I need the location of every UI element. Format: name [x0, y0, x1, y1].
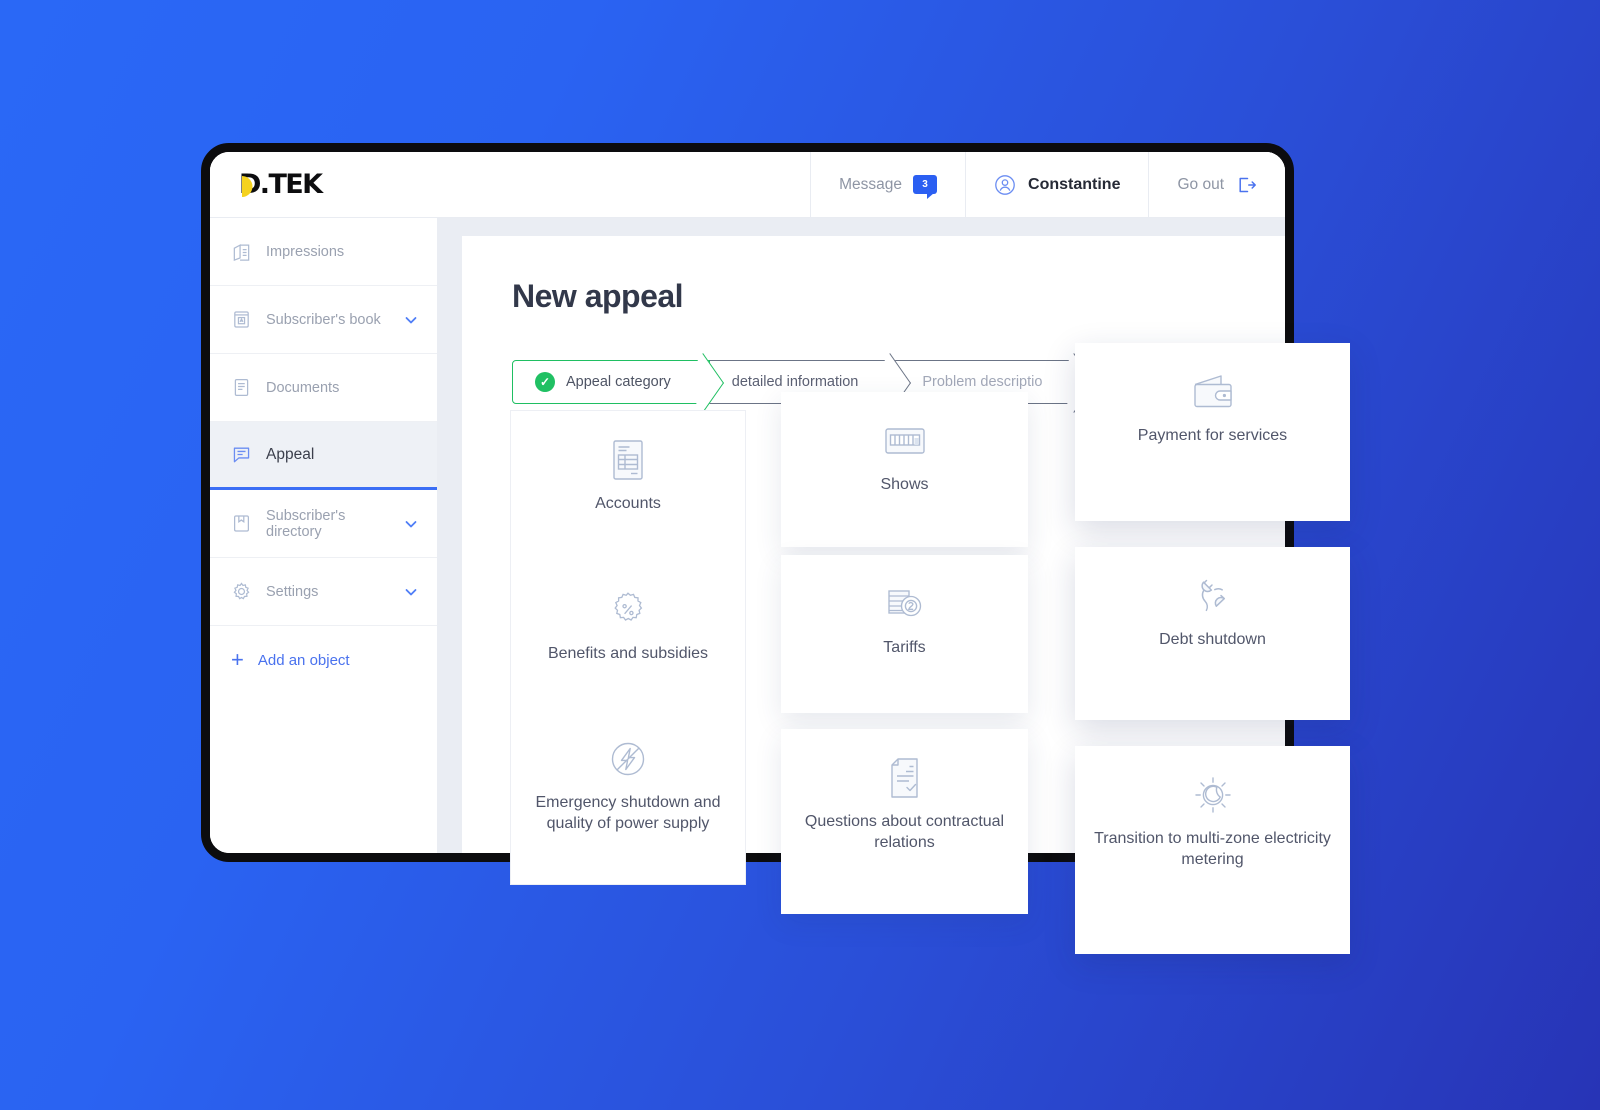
sidebar-item-subscribers-book[interactable]: Subscriber's book	[210, 286, 437, 354]
sidebar-item-impressions[interactable]: Impressions	[210, 218, 437, 286]
card-label: Transition to multi-zone electricity met…	[1094, 830, 1331, 869]
plus-icon: +	[231, 647, 244, 672]
impressions-icon	[231, 241, 252, 262]
card-label: Debt shutdown	[1159, 631, 1266, 648]
header-item-logout[interactable]: Go out	[1148, 152, 1285, 217]
documents-icon	[231, 377, 252, 398]
meter-icon	[883, 418, 927, 464]
step-label: Problem descriptio	[922, 374, 1043, 390]
category-card-emergency-shutdown[interactable]: Emergency shutdown and quality of power …	[510, 710, 746, 885]
header-item-user[interactable]: Constantine	[965, 152, 1148, 217]
directory-icon	[231, 513, 252, 534]
logo[interactable]: D.TEK	[210, 152, 770, 217]
coins-icon	[884, 581, 926, 627]
category-card-questions-contractual-relations[interactable]: Questions about contractual relations	[781, 729, 1028, 914]
appeal-icon	[231, 444, 252, 465]
category-card-benefits-and-subsidies[interactable]: Benefits and subsidies	[510, 561, 746, 711]
category-card-payment-for-services[interactable]: Payment for services	[1075, 343, 1350, 521]
wallet-icon	[1190, 369, 1236, 415]
category-card-accounts[interactable]: Accounts	[510, 410, 746, 562]
step-label: Appeal category	[566, 374, 671, 390]
card-label: Payment for services	[1137, 427, 1288, 444]
logout-icon	[1235, 174, 1257, 196]
message-label: Message	[839, 175, 903, 193]
app-header: D.TEK Message 3 Constantine Go out	[210, 152, 1285, 218]
user-name: Constantine	[1028, 175, 1121, 193]
card-label: Benefits and subsidies	[547, 645, 709, 662]
message-badge: 3	[913, 175, 938, 199]
add-object-label: Add an object	[257, 651, 350, 669]
header-nav: Message 3 Constantine Go out	[810, 152, 1285, 217]
sidebar-item-appeal[interactable]: Appeal	[210, 422, 437, 490]
contract-check-icon	[886, 755, 924, 801]
card-label: Shows	[880, 476, 929, 493]
sidebar-item-label: Subscriber's directory	[266, 507, 346, 540]
sidebar-item-label: Documents	[266, 379, 340, 396]
category-card-transition-multizone-metering[interactable]: Transition to multi-zone electricity met…	[1075, 746, 1350, 954]
sidebar-item-label: Appeal	[266, 445, 315, 463]
card-label: Tariffs	[883, 639, 926, 656]
day-night-icon	[1190, 772, 1236, 818]
category-card-debt-shutdown[interactable]: Debt shutdown	[1075, 547, 1350, 720]
user-icon	[994, 174, 1016, 196]
sidebar-item-label: Subscriber's book	[266, 311, 381, 328]
card-label: Questions about contractual relations	[804, 813, 1005, 852]
logout-label: Go out	[1177, 175, 1224, 193]
percent-badge-icon	[608, 587, 648, 633]
lightning-circle-icon	[607, 736, 649, 782]
card-label: Accounts	[595, 495, 661, 512]
logo-yellow-mark-icon	[236, 170, 266, 200]
page-title: New appeal	[512, 278, 684, 314]
sidebar-item-subscribers-directory[interactable]: Subscriber's directory	[210, 490, 437, 558]
chevron-down-icon[interactable]	[403, 312, 419, 328]
chevron-down-icon[interactable]	[403, 584, 419, 600]
sidebar-item-label: Settings	[266, 583, 319, 600]
unplugged-plug-icon	[1191, 573, 1235, 619]
sidebar-item-label: Impressions	[266, 243, 345, 260]
gear-icon	[231, 581, 252, 602]
chevron-down-icon[interactable]	[403, 516, 419, 532]
sidebar: Impressions Subscriber's book Documents …	[210, 218, 437, 853]
check-icon: ✓	[535, 372, 555, 392]
add-object-button[interactable]: + Add an object	[210, 626, 437, 694]
category-card-tariffs[interactable]: Tariffs	[781, 555, 1028, 713]
sidebar-item-documents[interactable]: Documents	[210, 354, 437, 422]
accounts-document-icon	[609, 437, 647, 483]
step-appeal-category[interactable]: ✓ Appeal category	[512, 360, 710, 404]
header-item-message[interactable]: Message 3	[810, 152, 965, 217]
sidebar-item-settings[interactable]: Settings	[210, 558, 437, 626]
step-label: detailed information	[731, 374, 859, 390]
card-label: Emergency shutdown and quality of power …	[535, 794, 721, 833]
category-card-shows[interactable]: Shows	[781, 392, 1028, 547]
book-icon	[231, 309, 252, 330]
